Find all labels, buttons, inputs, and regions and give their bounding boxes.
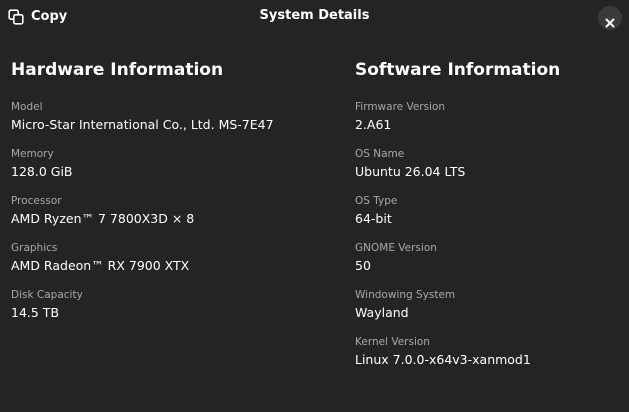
- row-value: 50: [355, 258, 371, 273]
- row-value: Linux 7.0.0-x64v3-xanmod1: [355, 352, 531, 367]
- row-value: AMD Radeon™ RX 7900 XTX: [11, 258, 190, 273]
- row-value: Ubuntu 26.04 LTS: [355, 164, 466, 179]
- hardware-section-title: Hardware Information: [11, 60, 224, 80]
- software-row-gnome-version: GNOME Version 50: [355, 241, 620, 288]
- hardware-row-graphics: Graphics AMD Radeon™ RX 7900 XTX: [11, 241, 341, 288]
- row-label: Disk Capacity: [11, 289, 83, 301]
- row-label: GNOME Version: [355, 242, 437, 254]
- row-value: AMD Ryzen™ 7 7800X3D × 8: [11, 211, 195, 226]
- hardware-row-memory: Memory 128.0 GiB: [11, 147, 341, 194]
- row-value: Micro-Star International Co., Ltd. MS-7E…: [11, 117, 274, 132]
- row-label: OS Name: [355, 148, 405, 160]
- software-row-os-name: OS Name Ubuntu 26.04 LTS: [355, 147, 620, 194]
- software-row-firmware-version: Firmware Version 2.A61: [355, 100, 620, 147]
- software-row-windowing-system: Windowing System Wayland: [355, 288, 620, 335]
- software-row-kernel-version: Kernel Version Linux 7.0.0-x64v3-xanmod1: [355, 335, 620, 382]
- hardware-row-processor: Processor AMD Ryzen™ 7 7800X3D × 8: [11, 194, 341, 241]
- row-label: Kernel Version: [355, 336, 430, 348]
- software-section: Software Information Firmware Version 2.…: [355, 58, 620, 382]
- row-label: OS Type: [355, 195, 398, 207]
- row-value: 128.0 GiB: [11, 164, 73, 179]
- close-icon: [605, 13, 615, 28]
- system-details-window: Copy System Details Hardware Information…: [0, 0, 629, 412]
- row-value: 14.5 TB: [11, 305, 60, 320]
- copy-icon: [8, 9, 24, 25]
- row-label: Model: [11, 101, 43, 113]
- row-label: Firmware Version: [355, 101, 446, 113]
- hardware-row-disk-capacity: Disk Capacity 14.5 TB: [11, 288, 341, 335]
- software-section-title: Software Information: [355, 60, 561, 80]
- hardware-row-model: Model Micro-Star International Co., Ltd.…: [11, 100, 341, 147]
- software-row-os-type: OS Type 64-bit: [355, 194, 620, 241]
- close-button[interactable]: [598, 6, 622, 30]
- hardware-section: Hardware Information Model Micro-Star In…: [11, 58, 341, 335]
- copy-button-label: Copy: [31, 9, 68, 24]
- row-value: 2.A61: [355, 117, 392, 132]
- row-value: 64-bit: [355, 211, 392, 226]
- window-title: System Details: [259, 8, 370, 23]
- row-label: Memory: [11, 148, 54, 160]
- row-label: Windowing System: [355, 289, 456, 301]
- header-bar: Copy System Details: [0, 0, 629, 34]
- copy-button[interactable]: Copy: [6, 6, 71, 28]
- row-label: Processor: [11, 195, 62, 207]
- row-value: Wayland: [355, 305, 409, 320]
- row-label: Graphics: [11, 242, 58, 254]
